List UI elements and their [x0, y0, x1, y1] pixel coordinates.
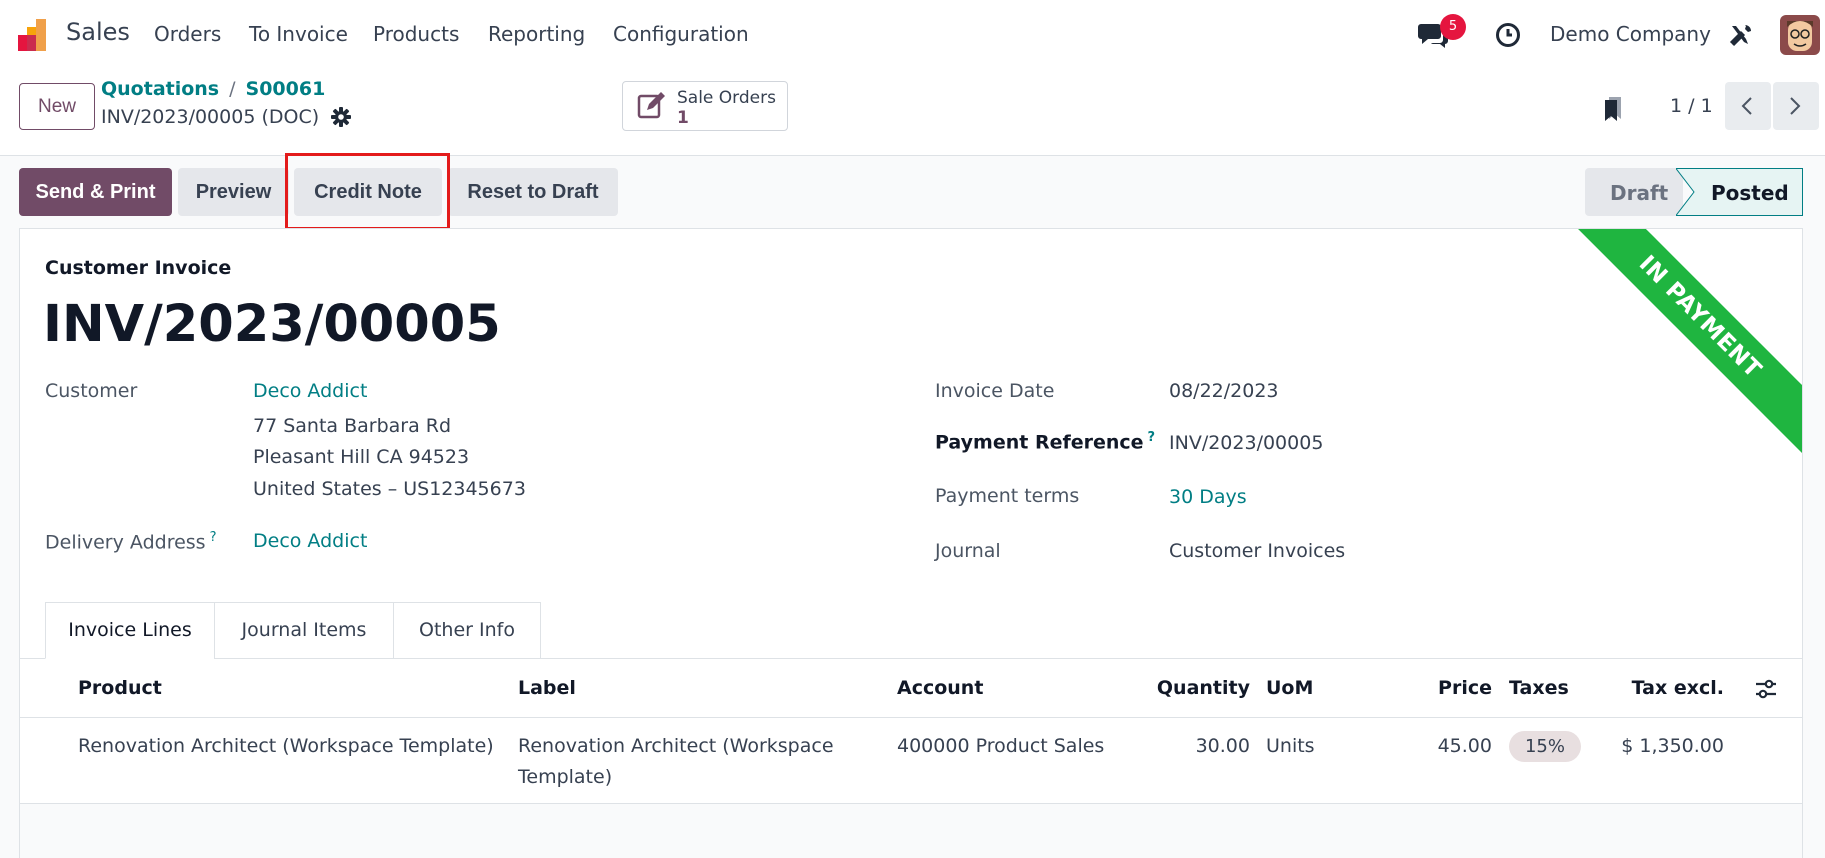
smart-button-value: 1 [677, 108, 689, 128]
user-avatar[interactable] [1780, 15, 1820, 55]
invoice-date-label: Invoice Date [935, 380, 1055, 402]
payment-terms-label: Payment terms [935, 485, 1080, 507]
row-price[interactable]: 45.00 [1438, 731, 1492, 762]
table-empty-area [20, 804, 1802, 858]
row-uom[interactable]: Units [1266, 731, 1315, 762]
address-line-1: 77 Santa Barbara Rd [253, 415, 452, 437]
column-uom[interactable]: UoM [1266, 677, 1313, 699]
gear-icon[interactable] [331, 107, 351, 127]
status-posted-label: Posted [1711, 181, 1789, 205]
menu-products[interactable]: Products [373, 22, 459, 46]
invoice-form-sheet: IN PAYMENT Customer Invoice INV/2023/000… [19, 228, 1803, 858]
new-button[interactable]: New [19, 83, 95, 130]
column-label[interactable]: Label [518, 677, 576, 699]
pager-value[interactable]: 1 / 1 [1670, 95, 1713, 117]
in-payment-ribbon: IN PAYMENT [1548, 229, 1802, 469]
highlight-box [285, 153, 450, 230]
chevron-right-icon [1790, 97, 1801, 115]
address-line-2: Pleasant Hill CA 94523 [253, 446, 470, 468]
sale-orders-smart-button[interactable]: Sale Orders 1 [622, 81, 788, 131]
edit-document-icon [637, 92, 665, 119]
preview-button[interactable]: Preview [178, 168, 289, 216]
bookmark-icon[interactable] [1603, 96, 1623, 122]
row-label-line-1[interactable]: Renovation Architect (Workspace [518, 731, 834, 762]
record-name: INV/2023/00005 (DOC) [101, 106, 320, 128]
status-posted[interactable]: Posted [1676, 168, 1803, 216]
delivery-address-label: Delivery Address? [45, 530, 216, 553]
payment-reference-value[interactable]: INV/2023/00005 [1169, 432, 1323, 454]
column-quantity[interactable]: Quantity [1157, 677, 1250, 699]
journal-value[interactable]: Customer Invoices [1169, 540, 1345, 562]
payment-terms-link[interactable]: 30 Days [1169, 486, 1247, 508]
sales-app-logo-icon[interactable] [17, 17, 53, 53]
status-draft[interactable]: Draft [1585, 168, 1683, 216]
help-icon[interactable]: ? [210, 530, 217, 545]
menu-orders[interactable]: Orders [154, 22, 221, 46]
menu-to-invoice[interactable]: To Invoice [249, 22, 348, 46]
column-price[interactable]: Price [1438, 677, 1492, 699]
app-name[interactable]: Sales [66, 18, 130, 46]
row-label-line-2[interactable]: Template) [518, 762, 612, 793]
top-navbar: Sales Orders To Invoice Products Reporti… [0, 0, 1825, 70]
row-product[interactable]: Renovation Architect (Workspace Template… [78, 731, 494, 762]
column-taxes[interactable]: Taxes [1509, 677, 1569, 699]
row-account[interactable]: 400000 Product Sales [897, 731, 1104, 762]
column-tax-excluded[interactable]: Tax excl. [1632, 677, 1724, 699]
invoice-type: Customer Invoice [45, 257, 232, 279]
pager-next-button[interactable] [1773, 82, 1819, 130]
delivery-address-label-text: Delivery Address [45, 531, 206, 554]
row-tax-badge[interactable]: 15% [1509, 731, 1581, 762]
tab-invoice-lines[interactable]: Invoice Lines [45, 602, 215, 659]
column-account[interactable]: Account [897, 677, 983, 699]
menu-reporting[interactable]: Reporting [488, 22, 585, 46]
breadcrumb-order[interactable]: S00061 [246, 78, 326, 100]
breadcrumb-quotations[interactable]: Quotations [101, 78, 219, 100]
row-subtotal[interactable]: $ 1,350.00 [1621, 731, 1724, 762]
messages-count-badge: 5 [1440, 14, 1466, 40]
journal-label: Journal [935, 540, 1001, 562]
header-divider [20, 717, 1802, 718]
breadcrumb: Quotations / S00061 [101, 78, 325, 100]
row-quantity[interactable]: 30.00 [1196, 731, 1250, 762]
invoice-number: INV/2023/00005 [43, 295, 501, 354]
breadcrumb-separator: / [229, 78, 236, 100]
customer-link[interactable]: Deco Addict [253, 380, 367, 402]
company-switcher[interactable]: Demo Company [1550, 22, 1711, 46]
menu-configuration[interactable]: Configuration [613, 22, 749, 46]
activity-clock-icon[interactable] [1495, 22, 1521, 48]
chevron-left-icon [1741, 97, 1752, 115]
payment-reference-label: Payment Reference? [935, 430, 1155, 453]
send-print-button[interactable]: Send & Print [19, 168, 172, 216]
address-line-3: United States – US12345673 [253, 478, 526, 500]
tab-journal-items[interactable]: Journal Items [214, 602, 394, 659]
invoice-date-value[interactable]: 08/22/2023 [1169, 380, 1279, 402]
column-product[interactable]: Product [78, 677, 162, 699]
delivery-address-link[interactable]: Deco Addict [253, 530, 367, 552]
help-icon[interactable]: ? [1148, 430, 1156, 445]
debug-tools-icon[interactable] [1728, 22, 1754, 48]
payment-reference-label-text: Payment Reference [935, 431, 1144, 454]
pager-previous-button[interactable] [1725, 82, 1771, 130]
reset-to-draft-button[interactable]: Reset to Draft [448, 168, 618, 216]
smart-button-label: Sale Orders [677, 88, 776, 108]
tab-other-info[interactable]: Other Info [393, 602, 541, 659]
optional-columns-icon[interactable] [1755, 679, 1777, 699]
customer-label: Customer [45, 380, 138, 402]
